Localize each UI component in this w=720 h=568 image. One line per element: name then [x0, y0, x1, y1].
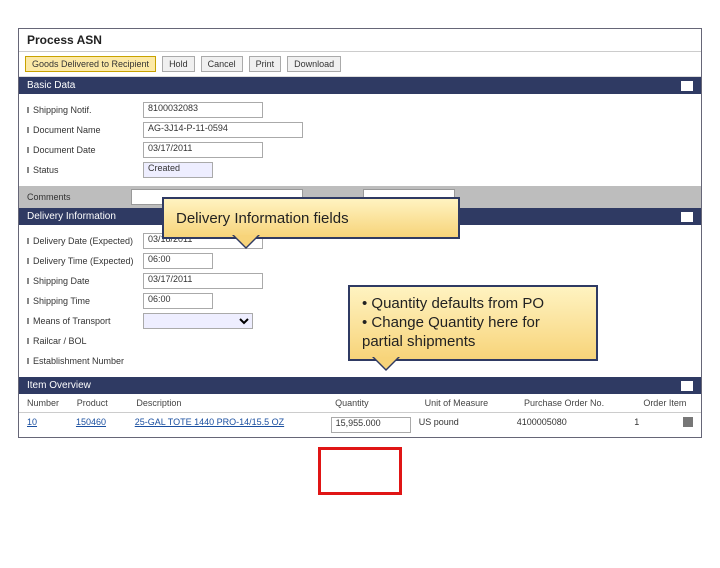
print-button[interactable]: Print [249, 56, 282, 72]
h-uom: Unit of Measure [425, 398, 524, 408]
toolbar: Goods Delivered to Recipient Hold Cancel… [19, 52, 701, 77]
h-orderitem: Order Item [643, 398, 693, 408]
lbl-est: Establishment Number [27, 356, 143, 366]
lbl-notif: Shipping Notif. [27, 105, 143, 115]
h-number: Number [27, 398, 77, 408]
basic-form: Shipping Notif. 8100032083 Document Name… [19, 94, 701, 186]
val-dtime[interactable]: 06:00 [143, 253, 213, 269]
section-delivery-label: Delivery Information [27, 211, 116, 222]
lbl-sdate: Shipping Date [27, 276, 143, 286]
collapse-icon[interactable] [681, 381, 693, 391]
lbl-stime: Shipping Time [27, 296, 143, 306]
val-docdate[interactable]: 03/17/2011 [143, 142, 263, 158]
h-quantity: Quantity [335, 398, 424, 408]
items-row-1: 10 150460 25-GAL TOTE 1440 PRO-14/15.5 O… [19, 413, 701, 437]
comments-label: Comments [27, 192, 71, 202]
val-docname[interactable]: AG-3J14-P-11-0594 [143, 122, 303, 138]
deliver-button[interactable]: Goods Delivered to Recipient [25, 56, 156, 72]
lbl-mot: Means of Transport [27, 316, 143, 326]
val-status: Created [143, 162, 213, 178]
callout-2-line2: • Change Quantity here for partial shipm… [362, 314, 584, 352]
title-row: Process ASN [19, 29, 701, 52]
callout-1-text: Delivery Information fields [176, 210, 349, 227]
lbl-bol: Railcar / BOL [27, 336, 143, 346]
val-stime[interactable]: 06:00 [143, 293, 213, 309]
section-items: Item Overview [19, 377, 701, 394]
row-action-icon[interactable] [683, 417, 693, 427]
lbl-ddate: Delivery Date (Expected) [27, 236, 143, 246]
val-sdate[interactable]: 03/17/2011 [143, 273, 263, 289]
callout-quantity: • Quantity defaults from PO • Change Qua… [348, 285, 598, 361]
highlight-quantity-box [318, 447, 402, 495]
lbl-dtime: Delivery Time (Expected) [27, 256, 143, 266]
collapse-icon[interactable] [681, 212, 693, 222]
mot-select[interactable] [143, 313, 253, 329]
section-items-label: Item Overview [27, 380, 91, 391]
cell-quantity-input[interactable]: 15,955.000 [331, 417, 411, 433]
cancel-button[interactable]: Cancel [201, 56, 243, 72]
cell-uom: US pound [419, 417, 517, 433]
hold-button[interactable]: Hold [162, 56, 195, 72]
page-title: Process ASN [27, 33, 102, 47]
cell-po: 4100005080 [517, 417, 635, 433]
callout-delivery-fields: Delivery Information fields [162, 197, 460, 239]
cell-description[interactable]: 25-GAL TOTE 1440 PRO-14/15.5 OZ [135, 417, 331, 433]
items-header: Number Product Description Quantity Unit… [19, 394, 701, 413]
download-button[interactable]: Download [287, 56, 341, 72]
h-description: Description [136, 398, 335, 408]
lbl-status: Status [27, 165, 143, 175]
val-notif[interactable]: 8100032083 [143, 102, 263, 118]
callout-2-line1: • Quantity defaults from PO [362, 295, 584, 314]
cell-product[interactable]: 150460 [76, 417, 135, 433]
cell-oi: 1 [634, 417, 683, 433]
section-basic: Basic Data [19, 77, 701, 94]
h-product: Product [77, 398, 137, 408]
lbl-docname: Document Name [27, 125, 143, 135]
collapse-icon[interactable] [681, 81, 693, 91]
lbl-docdate: Document Date [27, 145, 143, 155]
section-basic-label: Basic Data [27, 80, 75, 91]
cell-number[interactable]: 10 [27, 417, 76, 433]
h-po: Purchase Order No. [524, 398, 643, 408]
